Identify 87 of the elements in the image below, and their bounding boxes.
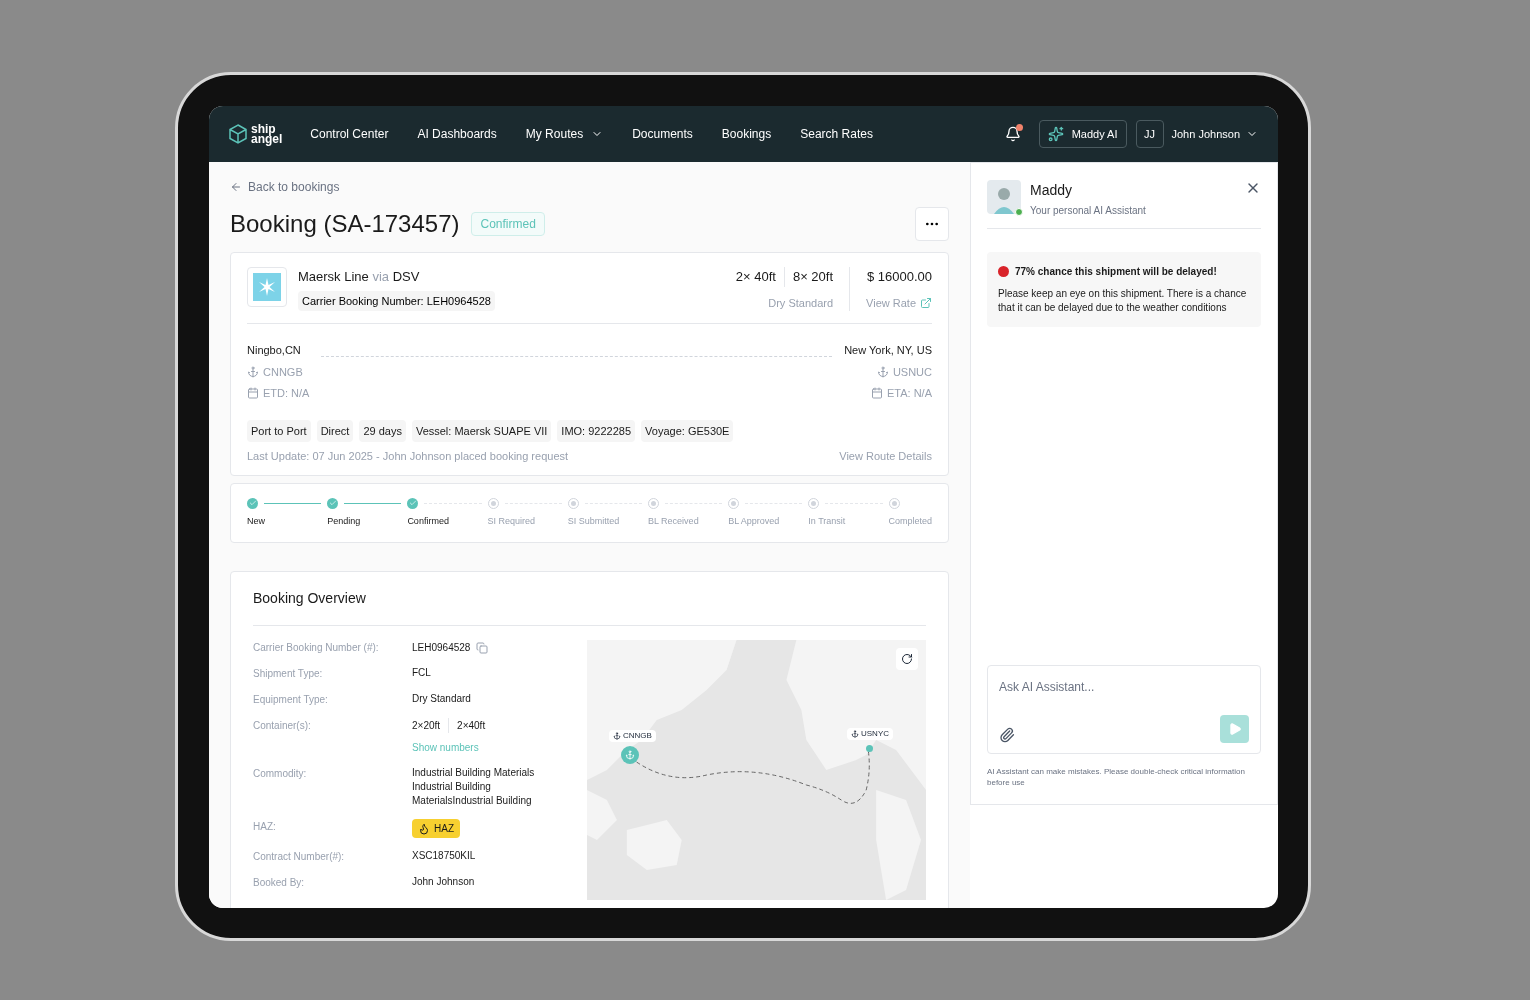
bell-icon [1004, 126, 1021, 142]
sparkles-icon [1047, 126, 1064, 142]
carrier-booking-number: Carrier Booking Number: LEH0964528 [298, 290, 495, 311]
anchor-icon [613, 732, 621, 740]
route-tag: Port to Port [247, 419, 311, 442]
flame-icon [418, 822, 430, 835]
step-label: SI Required [487, 514, 537, 528]
last-update: Last Update: 07 Jun 2025 - John Johnson placed booking request [247, 449, 569, 464]
field-value: John Johnson [412, 875, 476, 889]
field-label: HAZ: [253, 820, 277, 834]
arrow-left-icon [230, 181, 242, 193]
map-pin-label: USNYC [847, 728, 893, 740]
field-value: Industrial Building Materials Industrial Building MaterialsIndustrial Building [412, 766, 536, 808]
assistant-subtitle: Your personal AI Assistant [1030, 204, 1146, 218]
field-value: Dry Standard [412, 692, 472, 706]
disclaimer: AI Assistant can make mistakes. Please double-check critical information before use [987, 766, 1246, 788]
field-label: Booked By: [253, 876, 306, 890]
chat-input[interactable]: Ask AI Assistant... [999, 678, 1249, 696]
attach-button[interactable] [999, 727, 1015, 743]
nav-link[interactable]: Search Rates [800, 125, 873, 143]
step-label: In Transit [808, 514, 847, 528]
origin-port: CNNGB [247, 363, 310, 380]
route-tag: IMO: 9222285 [557, 419, 636, 442]
step-label: Confirmed [407, 514, 450, 528]
logo[interactable]: ship angel [229, 124, 283, 144]
field-value: 2×40ft [448, 718, 486, 733]
arrival-date: ETA: N/A [870, 385, 932, 402]
price: $ 16000.00 [866, 268, 932, 286]
nav-link[interactable]: AI Dashboards [417, 125, 497, 143]
field-value: LEH0964528 [412, 641, 471, 655]
rotate-icon [901, 653, 913, 665]
destination-port: USNUC [876, 363, 932, 380]
anchor-icon [851, 730, 859, 738]
alert-title: 77% chance this shipment will be delayed! [1015, 265, 1217, 279]
field-label: Carrier Booking Number (#): [253, 641, 380, 655]
carrier-logo [247, 267, 287, 307]
equipment-type: Dry Standard [768, 295, 834, 311]
anchor-icon [876, 365, 889, 378]
field-label: Commodity: [253, 767, 308, 781]
step-label: BL Received [647, 514, 700, 528]
step-label: BL Approved [728, 514, 781, 528]
section-title: Booking Overview [253, 588, 926, 626]
ai-assistant-button[interactable]: Maddy AI [1038, 120, 1127, 148]
calendar-icon [870, 387, 883, 400]
route-tag: 29 days [359, 419, 406, 442]
route-tag: Vessel: Maersk SUAPE VII [411, 419, 552, 442]
play-icon [1227, 722, 1242, 736]
origin-city: Ningbo,CN [247, 343, 302, 358]
status-badge: Confirmed [471, 212, 545, 236]
alert-message: Please keep an eye on this shipment. There is a chance that it can be delayed due to the weather conditions [998, 287, 1248, 315]
step-label: Pending [327, 514, 362, 528]
haz-badge: HAZ [412, 819, 460, 838]
logo-text: ship [251, 124, 276, 134]
back-link[interactable]: Back to bookings [230, 178, 340, 196]
nav-link[interactable]: Documents [632, 125, 693, 143]
external-link-icon [920, 296, 932, 309]
notification-button[interactable] [1004, 126, 1021, 142]
nav-link[interactable]: Control Center [310, 125, 389, 143]
destination-city: New York, NY, US [844, 343, 932, 358]
container-count: 2× 40ft [735, 268, 777, 286]
step-label: Completed [888, 514, 933, 528]
page-title: Booking (SA-173457) [230, 209, 460, 239]
reset-map-button[interactable] [896, 648, 918, 670]
nav-link[interactable]: My Routes [525, 125, 604, 143]
step-label: New [247, 514, 266, 528]
carrier-name: Maersk Line via DSV [298, 268, 421, 286]
field-label: Contract Number(#): [253, 850, 346, 864]
anchor-icon [247, 365, 259, 378]
field-label: Equipment Type: [253, 693, 329, 707]
departure-date: ETD: N/A [247, 385, 310, 402]
field-label: Container(s): [253, 719, 312, 733]
route-tag: Direct [316, 419, 354, 442]
assistant-name: Maddy [1030, 181, 1074, 200]
field-label: Shipment Type: [253, 667, 324, 681]
step-label: SI Submitted [567, 514, 621, 528]
field-value: 2×20ft [412, 719, 442, 733]
field-value: FCL [412, 666, 432, 680]
logo-text: angel [251, 134, 283, 144]
paperclip-icon [999, 727, 1015, 743]
route-tag: Voyage: GE530E [641, 419, 734, 442]
field-value: XSC18750KIL [412, 849, 477, 863]
user-menu[interactable]: John Johnson [1171, 125, 1258, 143]
nav-link[interactable]: Bookings [721, 125, 772, 143]
calendar-icon [247, 387, 259, 400]
container-count: 8× 20ft [783, 267, 834, 287]
user-avatar[interactable]: JJ [1135, 120, 1164, 148]
map-pin-label: CNNGB [609, 730, 656, 742]
